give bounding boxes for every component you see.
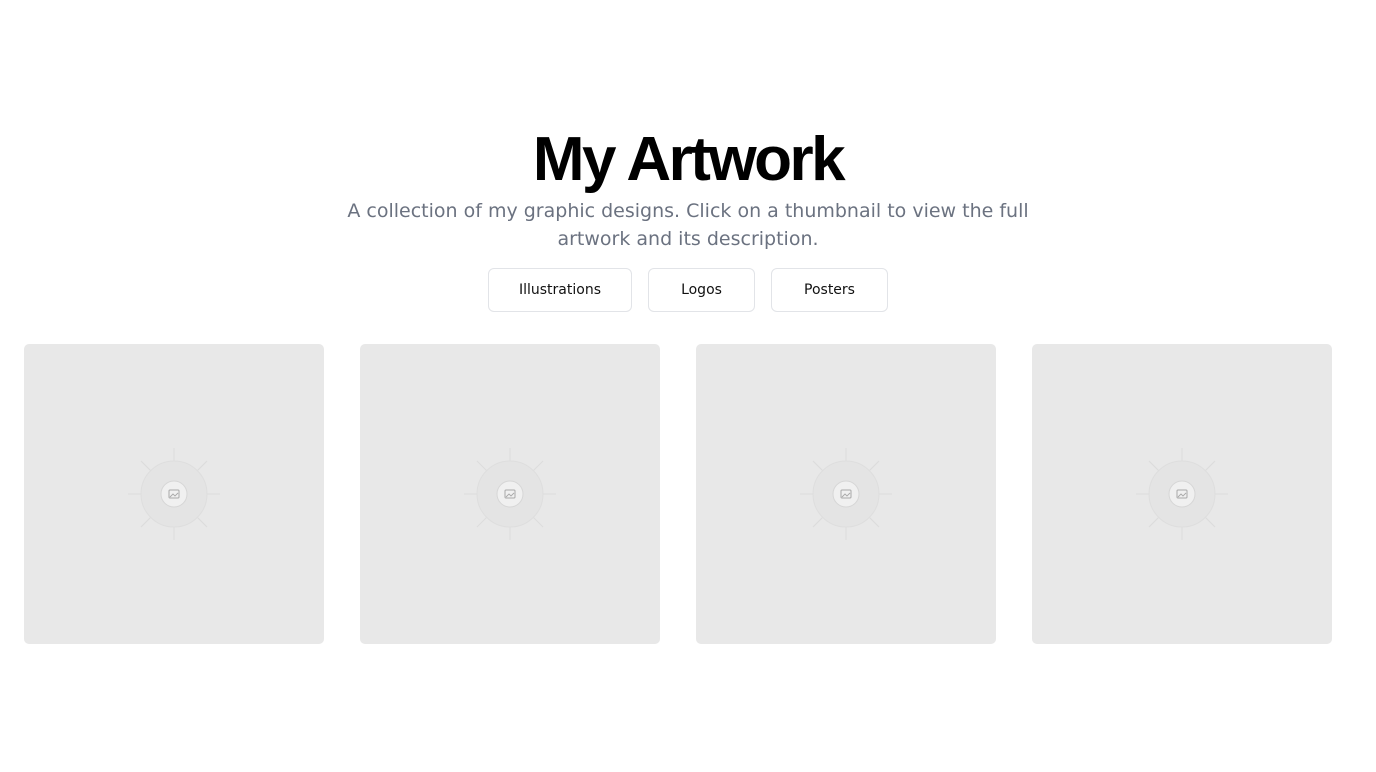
page-subtitle: A collection of my graphic designs. Clic… [347,200,1029,250]
filter-logos-button[interactable]: Logos [648,268,755,312]
filter-illustrations-button[interactable]: Illustrations [488,268,632,312]
image-placeholder-icon [128,448,220,540]
page-title: My Artwork [532,125,846,194]
image-placeholder-icon [464,448,556,540]
artwork-thumbnail[interactable] [360,344,660,644]
filter-posters-button[interactable]: Posters [771,268,888,312]
image-placeholder-icon [1136,448,1228,540]
artwork-thumbnail[interactable] [1032,344,1332,644]
artwork-thumbnail[interactable] [24,344,324,644]
artwork-thumbnail[interactable] [696,344,996,644]
artwork-gallery [24,344,1332,644]
image-placeholder-icon [800,448,892,540]
page: My Artwork A collection of my graphic de… [0,0,1376,772]
filter-bar: Illustrations Logos Posters [0,268,1376,312]
